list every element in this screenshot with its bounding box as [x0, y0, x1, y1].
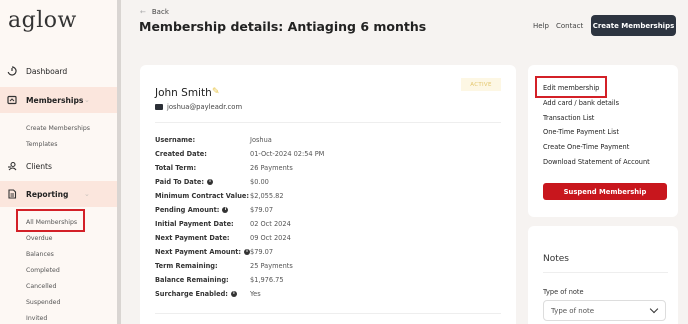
pencil-icon[interactable]: ✎ [212, 87, 220, 97]
info-icon[interactable]: i [230, 291, 237, 297]
back-label: Back [151, 8, 169, 16]
page-title: Membership details: Antiaging 6 months [139, 19, 427, 34]
create-memberships-button[interactable]: Create Memberships [591, 15, 676, 36]
member-email: joshua@payleadr.com [167, 103, 243, 111]
detail-label: Paid To Date: [155, 178, 205, 186]
chevron-down-icon[interactable]: ⌄ [84, 190, 90, 198]
sidebar-item-label: Clients [26, 161, 52, 171]
arrow-left-icon: ← [140, 8, 146, 16]
detail-label: Total Term: [155, 164, 197, 172]
info-icon[interactable]: i [207, 179, 214, 185]
sidebar-subitem-overdue[interactable]: Overdue [26, 235, 52, 242]
type-of-note-label: Type of note [543, 288, 584, 296]
detail-label-row: Pending Amount: i [155, 206, 229, 214]
dashboard-icon [7, 66, 17, 76]
chevron-down-icon[interactable]: ⌄ [84, 96, 90, 104]
create-one-time-payment-link[interactable]: Create One-Time Payment [543, 143, 629, 151]
membership-details-card: John Smith ✎ ACTIVE joshua@payleadr.com … [140, 65, 516, 324]
sidebar-item-label: Reporting [26, 189, 69, 199]
notes-panel: Notes Type of note Type of note [528, 226, 678, 324]
transaction-list-link[interactable]: Transaction List [543, 114, 594, 122]
divider [543, 272, 668, 273]
sidebar: aglow Dashboard Memberships ⌄ Create Mem… [0, 0, 118, 324]
detail-value: Yes [250, 290, 261, 298]
sidebar-subitem-completed[interactable]: Completed [26, 267, 60, 274]
envelope-icon [155, 104, 163, 110]
sidebar-subitem-create-memberships[interactable]: Create Memberships [26, 125, 90, 132]
sidebar-item-memberships[interactable]: Memberships ⌄ [0, 87, 117, 113]
detail-label: Username: [155, 136, 196, 144]
detail-label-row: Next Payment Amount: i [155, 248, 251, 256]
help-link[interactable]: Help [533, 22, 549, 30]
detail-label: Term Remaining: [155, 262, 218, 270]
sidebar-subitem-invited[interactable]: Invited [26, 315, 47, 322]
edit-membership-link[interactable]: Edit membership [543, 84, 599, 92]
sidebar-item-reporting[interactable]: Reporting ⌄ [0, 181, 117, 207]
detail-value: 25 Payments [250, 262, 293, 270]
sidebar-subitem-templates[interactable]: Templates [26, 141, 57, 148]
detail-value: $0.00 [250, 178, 269, 186]
all-memberships-highlight-box [16, 209, 85, 232]
contact-link[interactable]: Contact [556, 22, 583, 30]
detail-label: Initial Payment Date: [155, 220, 234, 228]
download-statement-link[interactable]: Download Statement of Account [543, 158, 650, 166]
sidebar-scrollbar[interactable] [117, 0, 121, 324]
detail-label-row: Surcharge Enabled: i [155, 290, 237, 298]
detail-value: Joshua [250, 136, 272, 144]
detail-label: Balance Remaining: [155, 276, 229, 284]
detail-value: $79.07 [250, 206, 274, 214]
member-email-row: joshua@payleadr.com [155, 103, 242, 111]
notes-title: Notes [543, 254, 569, 264]
memberships-icon [7, 95, 17, 105]
detail-value: 01-Oct-2024 02:54 PM [250, 150, 325, 158]
suspend-membership-button[interactable]: Suspend Membership [543, 183, 667, 200]
status-badge: ACTIVE [461, 78, 501, 91]
sidebar-item-clients[interactable]: Clients [0, 153, 117, 179]
chevron-down-icon [649, 304, 659, 314]
type-of-note-placeholder: Type of note [551, 306, 595, 315]
detail-label: Next Payment Date: [155, 234, 230, 242]
sidebar-subitem-cancelled[interactable]: Cancelled [26, 283, 56, 290]
divider [155, 313, 501, 314]
back-link[interactable]: ← Back [140, 8, 169, 16]
detail-label: Next Payment Amount: [155, 248, 242, 256]
sidebar-item-dashboard[interactable]: Dashboard [0, 58, 117, 84]
detail-label-row: Paid To Date: i [155, 178, 214, 186]
aglow-logo: aglow [8, 8, 77, 33]
sidebar-subitem-balances[interactable]: Balances [26, 251, 54, 258]
sidebar-subitem-suspended[interactable]: Suspended [26, 299, 60, 306]
detail-value: $79.07 [250, 248, 274, 256]
clients-icon [7, 161, 17, 171]
detail-value: 26 Payments [250, 164, 293, 172]
detail-label: Minimum Contract Value: [155, 192, 250, 200]
detail-label: Created Date: [155, 150, 207, 158]
sidebar-item-label: Dashboard [26, 66, 68, 76]
info-icon[interactable]: i [222, 207, 229, 213]
actions-panel: Edit membership Add card / bank details … [528, 65, 678, 217]
sidebar-item-label: Memberships [26, 95, 84, 105]
one-time-payment-list-link[interactable]: One-Time Payment List [543, 128, 619, 136]
divider [155, 122, 501, 123]
detail-value: 02 Oct 2024 [250, 220, 291, 228]
reporting-icon [7, 189, 17, 199]
type-of-note-select[interactable]: Type of note [543, 300, 666, 321]
detail-value: 09 Oct 2024 [250, 234, 291, 242]
detail-label: Surcharge Enabled: [155, 290, 228, 298]
add-card-bank-details-link[interactable]: Add card / bank details [543, 99, 619, 107]
member-name: John Smith [155, 87, 212, 99]
detail-value: $2,055.82 [250, 192, 284, 200]
detail-value: $1,976.75 [250, 276, 284, 284]
detail-label: Pending Amount: [155, 206, 220, 214]
